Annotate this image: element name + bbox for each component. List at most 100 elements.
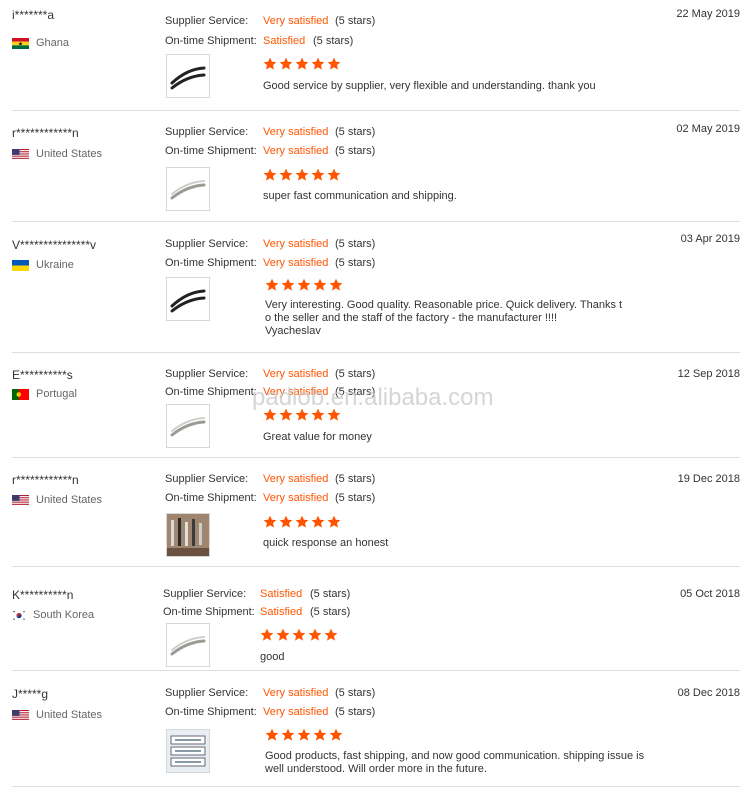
supplier-service-value: Satisfied [260, 588, 303, 600]
silver-curved-handle-icon[interactable] [166, 404, 210, 448]
star-icon [311, 57, 325, 70]
star-icon [327, 515, 341, 528]
shipment-value: Very satisfied [263, 386, 329, 398]
star-icon [327, 57, 341, 70]
buyer-country: United States [12, 494, 102, 506]
shipment-value: Very satisfied [263, 145, 329, 157]
supplier-service-label: Supplier Service: [165, 15, 249, 27]
black-curved-handle-icon[interactable] [166, 277, 210, 321]
buyer-name: i*******a [12, 8, 55, 22]
buyer-name: J*****g [12, 687, 49, 701]
star-icon [327, 168, 341, 181]
star-icon [297, 278, 311, 291]
buyer-name: r************n [12, 126, 79, 140]
supplier-service-stars: (5 stars) [335, 15, 376, 27]
handle-assortment-photo-icon[interactable] [166, 513, 210, 557]
star-icon [295, 168, 309, 181]
ukraine-flag-icon [12, 259, 29, 271]
supplier-service-value: Very satisfied [263, 368, 329, 380]
review-date: 05 Oct 2018 [680, 588, 740, 600]
star-icon [327, 408, 341, 421]
star-icon [295, 515, 309, 528]
star-icon [297, 728, 311, 741]
supplier-service-label: Supplier Service: [163, 588, 247, 600]
shipment-label: On-time Shipment: [165, 145, 257, 157]
star-rating [263, 515, 341, 529]
review-item: r************n United States Supplier Se… [12, 111, 740, 222]
shipment-stars: (5 stars) [335, 257, 376, 269]
usa-flag-icon [12, 494, 29, 506]
supplier-service-value: Very satisfied [263, 126, 329, 138]
supplier-service-stars: (5 stars) [335, 126, 376, 138]
shipment-stars: (5 stars) [335, 145, 376, 157]
buyer-country: Ukraine [12, 259, 74, 271]
shipment-label: On-time Shipment: [163, 606, 255, 618]
silver-curved-handle-icon[interactable] [166, 167, 210, 211]
buyer-name: V***************v [12, 238, 97, 252]
supplier-service-label: Supplier Service: [165, 473, 249, 485]
supplier-service-value: Very satisfied [263, 687, 329, 699]
star-icon [313, 278, 327, 291]
supplier-service-stars: (5 stars) [335, 368, 376, 380]
comment-line: Vyacheslav [265, 325, 321, 337]
star-icon [279, 408, 293, 421]
supplier-service-label: Supplier Service: [165, 687, 249, 699]
boxed-handles-photo-icon[interactable] [166, 729, 210, 773]
supplier-service-value: Very satisfied [263, 238, 329, 250]
star-rating [263, 408, 341, 422]
star-icon [324, 628, 338, 641]
review-comment: super fast communication and shipping. [263, 190, 457, 202]
supplier-service-value: Very satisfied [263, 473, 329, 485]
review-item: V***************v Ukraine Supplier Servi… [12, 222, 740, 353]
review-comment: Good products, fast shipping, and now go… [265, 750, 665, 776]
star-rating [260, 628, 338, 642]
silver-curved-handle-icon[interactable] [166, 623, 210, 667]
buyer-country: United States [12, 148, 102, 160]
review-comment: Great value for money [263, 431, 372, 443]
buyer-country: Ghana [12, 37, 69, 49]
usa-flag-icon [12, 148, 29, 160]
supplier-service-stars: (5 stars) [335, 238, 376, 250]
buyer-name: E**********s [12, 368, 73, 382]
star-icon [292, 628, 306, 641]
shipment-label: On-time Shipment: [165, 492, 257, 504]
supplier-service-stars: (5 stars) [335, 473, 376, 485]
star-icon [295, 57, 309, 70]
star-icon [260, 628, 274, 641]
comment-line: o the seller and the staff of the factor… [265, 312, 558, 324]
review-item: r************n United States Supplier Se… [12, 458, 740, 567]
review-date: 03 Apr 2019 [680, 233, 740, 245]
country-label: United States [36, 494, 103, 506]
comment-line: Good products, fast shipping, and now go… [265, 750, 645, 762]
south-korea-flag-icon [12, 609, 26, 621]
star-icon [329, 278, 343, 291]
review-date: 08 Dec 2018 [677, 687, 740, 699]
shipment-label: On-time Shipment: [165, 706, 257, 718]
shipment-value: Very satisfied [263, 492, 329, 504]
shipment-value: Very satisfied [263, 257, 329, 269]
star-icon [295, 408, 309, 421]
buyer-country: United States [12, 709, 102, 721]
star-icon [276, 628, 290, 641]
shipment-label: On-time Shipment: [165, 35, 257, 47]
star-rating [263, 57, 341, 71]
star-icon [265, 278, 279, 291]
shipment-stars: (5 stars) [335, 386, 376, 398]
buyer-country: Portugal [12, 388, 77, 400]
country-label: Portugal [36, 388, 77, 400]
shipment-value: Very satisfied [263, 706, 329, 718]
comment-line: Very interesting. Good quality. Reasonab… [265, 299, 623, 311]
review-date: 22 May 2019 [676, 8, 740, 20]
star-rating [265, 728, 343, 742]
shipment-label: On-time Shipment: [165, 386, 257, 398]
black-curved-handle-icon[interactable] [166, 54, 210, 98]
review-item: i*******a Ghana Supplier Service: Very s… [12, 0, 740, 111]
review-item: J*****g United States Supplier Service: … [12, 671, 740, 787]
star-icon [308, 628, 322, 641]
ghana-flag-icon [12, 37, 29, 49]
buyer-name: K**********n [12, 588, 74, 602]
comment-line: well understood. Will order more in the … [265, 763, 487, 775]
star-icon [265, 728, 279, 741]
shipment-value: Satisfied [260, 606, 303, 618]
star-rating [263, 168, 341, 182]
